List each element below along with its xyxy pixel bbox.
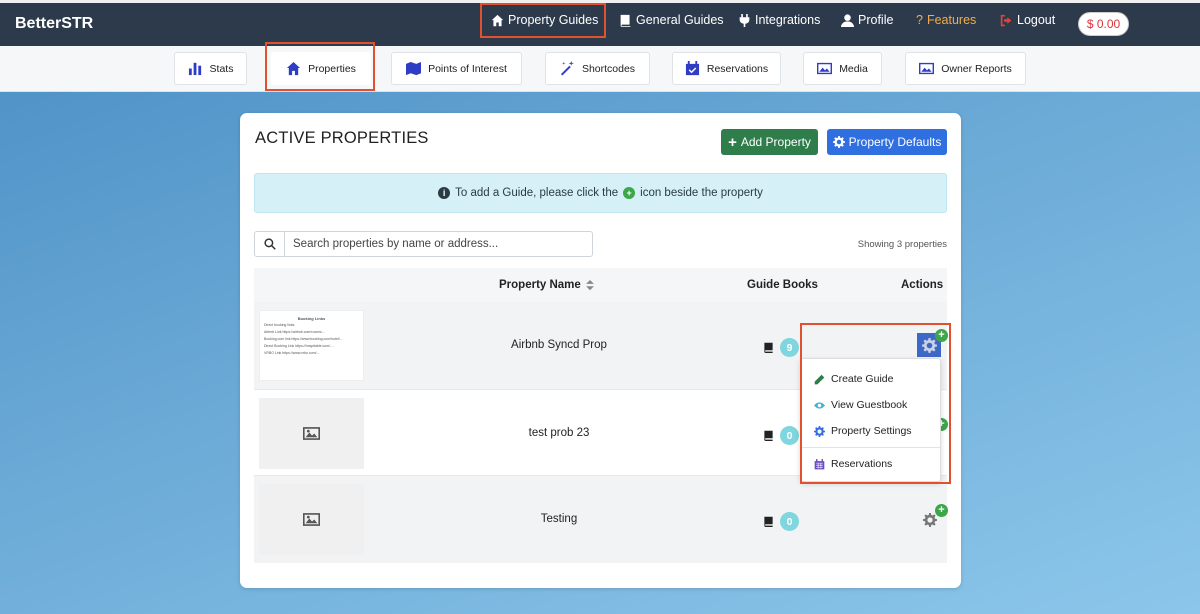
- tab-label: Owner Reports: [941, 62, 1012, 75]
- info-alert: i To add a Guide, please click the + ico…: [254, 173, 947, 213]
- tab-points-of-interest[interactable]: Points of Interest: [391, 52, 522, 85]
- book-icon: [764, 430, 773, 441]
- property-defaults-button[interactable]: Property Defaults: [827, 129, 947, 155]
- nav-label: Features: [926, 13, 977, 27]
- page-title: ACTIVE PROPERTIES: [255, 129, 429, 147]
- balance-badge[interactable]: $ 0.00: [1078, 12, 1129, 36]
- user-icon: [841, 13, 854, 27]
- search-input[interactable]: [285, 232, 592, 256]
- tab-media[interactable]: Media: [803, 52, 882, 85]
- column-label: Property Name: [499, 279, 581, 291]
- highlight-property-guides: [480, 3, 606, 38]
- plus-icon: +: [728, 133, 737, 151]
- property-thumbnail[interactable]: Booking Links Direct booking links Airbn…: [259, 310, 364, 381]
- button-label: Property Defaults: [848, 135, 942, 149]
- map-icon: [406, 61, 422, 76]
- tab-label: Points of Interest: [428, 62, 507, 75]
- nav-features[interactable]: ? Features: [916, 13, 976, 27]
- image-placeholder-icon: [303, 427, 320, 440]
- info-text: To add a Guide, please click the: [455, 187, 619, 199]
- bar-chart-icon: [188, 62, 201, 76]
- property-thumbnail[interactable]: [259, 484, 364, 555]
- gear-icon: [832, 136, 845, 148]
- nav-profile[interactable]: Profile: [841, 13, 893, 27]
- add-property-button[interactable]: + Add Property: [721, 129, 818, 155]
- plug-icon: [739, 13, 750, 27]
- plus-circle-icon: +: [623, 187, 636, 199]
- guide-count-badge[interactable]: 0: [780, 512, 799, 531]
- tab-stats[interactable]: Stats: [174, 52, 247, 85]
- results-count: Showing 3 properties: [857, 239, 947, 250]
- nav-logout[interactable]: Logout: [1000, 13, 1055, 27]
- tab-label: Reservations: [706, 62, 769, 75]
- nav-label: Profile: [858, 13, 894, 27]
- gear-icon: [923, 513, 937, 527]
- nav-label: Logout: [1017, 13, 1056, 27]
- search-box: [254, 231, 593, 257]
- guide-count-badge[interactable]: 0: [780, 426, 799, 445]
- tab-label: Stats: [209, 62, 234, 75]
- book-icon: [620, 14, 631, 27]
- tab-owner-reports[interactable]: Owner Reports: [905, 52, 1026, 85]
- property-name: Airbnb Syncd Prop: [511, 339, 607, 351]
- column-actions: Actions: [901, 279, 944, 291]
- doc-line: Airbnb Link https://airbnb.com/rooms/...: [264, 330, 325, 334]
- search-icon: [255, 232, 285, 256]
- button-label: Add Property: [740, 135, 811, 149]
- nav-label: General Guides: [636, 13, 724, 27]
- sort-icon: [585, 279, 594, 290]
- nav-label: Integrations: [755, 13, 821, 27]
- calendar-check-icon: [685, 61, 699, 76]
- guide-count-badge[interactable]: 9: [780, 338, 799, 357]
- magic-wand-icon: [560, 61, 574, 76]
- property-name: test prob 23: [528, 427, 590, 439]
- image-placeholder-icon: [303, 513, 320, 526]
- images-icon: [817, 62, 833, 75]
- property-name: Testing: [540, 513, 578, 525]
- sub-navbar: Stats Properties Points of Interest Shor…: [0, 46, 1200, 92]
- info-icon: i: [438, 187, 451, 199]
- column-guide-books: Guide Books: [747, 279, 818, 291]
- logout-icon: [1000, 14, 1012, 26]
- nav-integrations[interactable]: Integrations: [738, 13, 820, 27]
- tab-label: Media: [839, 62, 868, 75]
- guide-books-cell: 0: [763, 426, 799, 445]
- doc-heading: Booking Links: [297, 316, 326, 321]
- property-thumbnail[interactable]: [259, 398, 364, 469]
- tab-label: Shortcodes: [581, 62, 636, 75]
- book-icon: [764, 516, 773, 527]
- document-preview: Booking Links Direct booking links Airbn…: [260, 311, 363, 380]
- table-header: Property Name Guide Books Actions: [254, 268, 947, 302]
- add-guide-plus-icon[interactable]: +: [935, 504, 948, 517]
- doc-line: Direct booking links: [264, 323, 295, 327]
- doc-line: Direct Booking Link https://hospitable.c…: [264, 344, 334, 348]
- info-text: icon beside the property: [640, 187, 763, 199]
- tab-shortcodes[interactable]: Shortcodes: [545, 52, 650, 85]
- brand-logo[interactable]: BetterSTR: [15, 15, 93, 33]
- images-icon: [919, 62, 935, 75]
- guide-books-cell: 0: [763, 512, 799, 531]
- column-property-name[interactable]: Property Name: [499, 279, 594, 291]
- table-row: Testing 0 +: [254, 476, 948, 563]
- highlight-actions-menu: [800, 323, 951, 484]
- question-icon: ?: [916, 13, 923, 27]
- doc-line: Booking.com link https://www.booking.com…: [264, 337, 343, 341]
- highlight-properties-tab: [265, 42, 375, 91]
- book-icon: [764, 342, 773, 353]
- nav-general-guides[interactable]: General Guides: [619, 13, 724, 27]
- guide-books-cell: 9: [763, 338, 799, 357]
- tab-reservations[interactable]: Reservations: [672, 52, 781, 85]
- doc-line: VRBO Link https://www.vrbo.com/...: [264, 351, 320, 355]
